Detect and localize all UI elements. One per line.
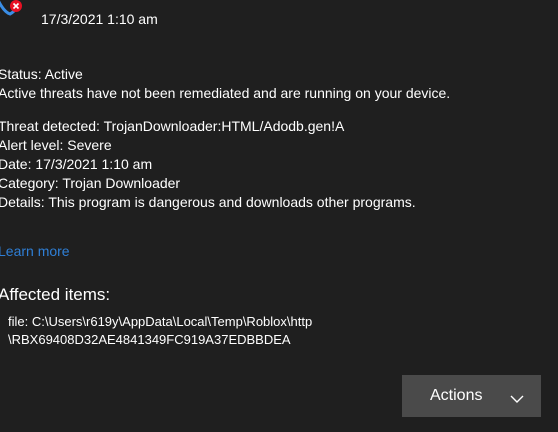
affected-item-path-continued: \RBX69408D32AE4841349FC919A37EDBBDEA	[8, 332, 291, 347]
threat-shield-error-icon	[0, 0, 28, 20]
affected-items-list: file: C:\Users\r619y\AppData\Local\Temp\…	[8, 313, 312, 349]
status-message: Active threats have not been remediated …	[0, 85, 451, 101]
threat-detected: Threat detected: TrojanDownloader:HTML/A…	[0, 118, 345, 134]
threat-timestamp: 17/3/2021 1:10 am	[41, 11, 158, 27]
actions-button[interactable]: Actions	[402, 375, 541, 417]
chevron-down-icon	[510, 391, 524, 403]
threat-description: Details: This program is dangerous and d…	[0, 194, 416, 210]
actions-label: Actions	[430, 387, 483, 404]
threat-category: Category: Trojan Downloader	[0, 175, 181, 191]
threat-details: Threat detected: TrojanDownloader:HTML/A…	[0, 117, 416, 212]
affected-items-heading: Affected items:	[0, 285, 111, 304]
status-section: Status: Active Active threats have not b…	[0, 65, 450, 103]
threat-details-panel: 17/3/2021 1:10 am Status: Active Active …	[0, 0, 558, 432]
detection-date: Date: 17/3/2021 1:10 am	[0, 156, 153, 172]
alert-level: Alert level: Severe	[0, 137, 112, 153]
status-line: Status: Active	[0, 66, 83, 82]
affected-item-path: file: C:\Users\r619y\AppData\Local\Temp\…	[8, 314, 313, 329]
learn-more-link[interactable]: Learn more	[0, 243, 70, 259]
threat-header: 17/3/2021 1:10 am	[0, 0, 558, 36]
